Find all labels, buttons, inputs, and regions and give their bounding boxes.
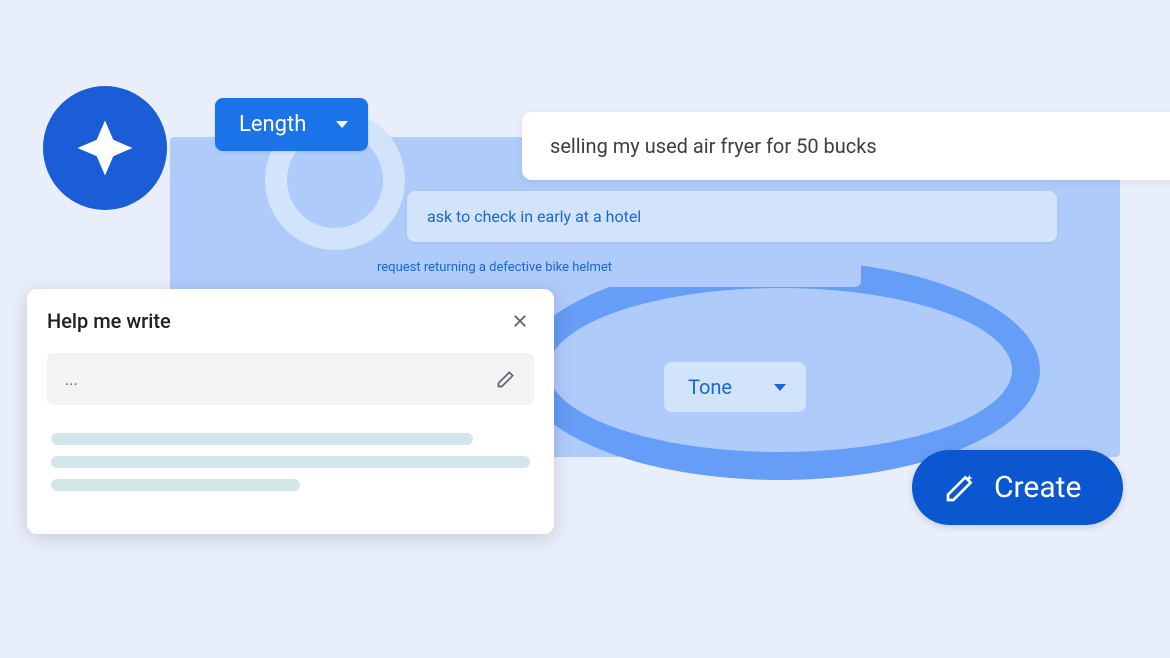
- prompt-input[interactable]: ...: [47, 353, 534, 405]
- panel-header: Help me write: [47, 307, 534, 335]
- prompt-text: ask to check in early at a hotel: [427, 207, 641, 226]
- tone-dropdown-label: Tone: [688, 375, 732, 399]
- input-placeholder: ...: [65, 370, 78, 389]
- prompt-text: selling my used air fryer for 50 bucks: [550, 134, 877, 158]
- magic-pencil-icon: [944, 472, 976, 504]
- skeleton-line: [51, 479, 300, 491]
- chevron-down-icon: [774, 384, 786, 391]
- close-button[interactable]: [506, 307, 534, 335]
- tone-dropdown[interactable]: Tone: [664, 362, 806, 412]
- prompt-suggestion[interactable]: selling my used air fryer for 50 bucks: [522, 112, 1170, 180]
- length-dropdown-label: Length: [239, 112, 306, 137]
- prompt-suggestion[interactable]: request returning a defective bike helme…: [361, 248, 861, 287]
- panel-title: Help me write: [47, 309, 171, 333]
- prompt-suggestion[interactable]: ask to check in early at a hotel: [407, 191, 1057, 242]
- pencil-icon: [496, 369, 516, 389]
- sparkle-icon: [72, 115, 138, 181]
- length-dropdown[interactable]: Length: [215, 98, 368, 151]
- close-icon: [511, 312, 529, 330]
- help-me-write-panel: Help me write ...: [27, 289, 554, 534]
- skeleton-line: [51, 456, 530, 468]
- sparkle-badge: [43, 86, 167, 210]
- skeleton-line: [51, 433, 473, 445]
- create-button[interactable]: Create: [912, 450, 1123, 525]
- chevron-down-icon: [336, 121, 348, 128]
- create-button-label: Create: [994, 470, 1081, 505]
- prompt-text: request returning a defective bike helme…: [377, 260, 612, 275]
- skeleton-placeholder: [47, 423, 534, 512]
